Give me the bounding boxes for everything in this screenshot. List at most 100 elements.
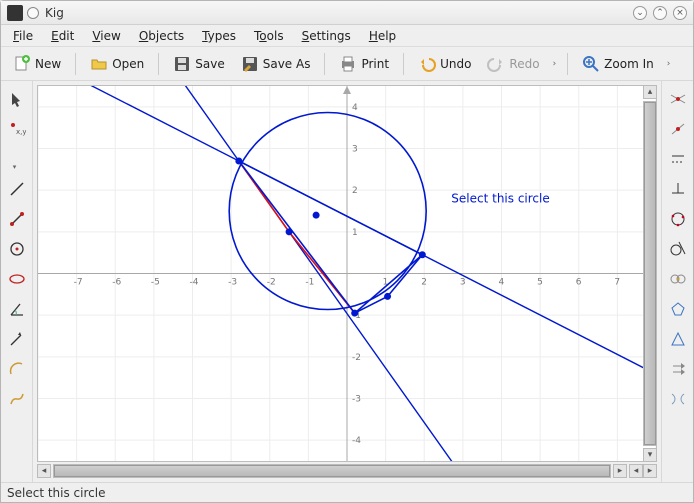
drawing-canvas[interactable]: -7-6-5-4-3-2-11234567-4-3-2-11234Select … [37, 85, 657, 462]
zoomin-button[interactable]: Zoom In [576, 52, 660, 76]
open-label: Open [112, 57, 144, 71]
maximize-button[interactable]: ⌃ [653, 6, 667, 20]
tool-line[interactable] [5, 177, 29, 201]
tool-circle3pts[interactable] [666, 207, 690, 231]
vertical-scrollbar[interactable]: ▴ ▾ [643, 85, 657, 462]
svg-text:-4: -4 [352, 436, 361, 446]
zoomin-icon [582, 55, 600, 73]
svg-text:-6: -6 [112, 278, 121, 288]
scroll-up-arrow[interactable]: ▴ [643, 85, 657, 99]
minimize-button[interactable]: ⌄ [633, 6, 647, 20]
window-menu-icon[interactable] [27, 7, 39, 19]
scroll-right-arrow[interactable]: ▸ [613, 464, 627, 478]
svg-text:5: 5 [537, 278, 543, 288]
tool-arc[interactable] [5, 357, 29, 381]
svg-text:-3: -3 [228, 278, 237, 288]
tool-points-chevron[interactable]: ▾ [5, 147, 29, 171]
undo-label: Undo [440, 57, 471, 71]
toolbar-overflow-chevron[interactable]: › [550, 59, 560, 69]
svg-text:3: 3 [460, 278, 466, 288]
tool-conic[interactable] [5, 267, 29, 291]
plot-svg: -7-6-5-4-3-2-11234567-4-3-2-11234Select … [38, 86, 656, 461]
hscroll-track[interactable] [53, 464, 611, 478]
scroll-down-arrow[interactable]: ▾ [643, 448, 657, 462]
tool-parallel[interactable] [666, 147, 690, 171]
redo-label: Redo [509, 57, 539, 71]
menubar: File Edit View Objects Types Tools Setti… [1, 25, 693, 47]
save-label: Save [195, 57, 224, 71]
menu-tools[interactable]: Tools [246, 27, 292, 45]
saveas-button[interactable]: Save As [235, 52, 317, 76]
redo-button[interactable]: Redo [481, 52, 545, 76]
tool-pointer[interactable] [5, 87, 29, 111]
tool-script[interactable] [666, 387, 690, 411]
menu-view[interactable]: View [84, 27, 128, 45]
tool-perpendicular[interactable] [666, 177, 690, 201]
scroll-right2-arrow[interactable]: ▸ [643, 464, 657, 478]
main-toolbar: New Open Save Save As Print Undo Redo [1, 47, 693, 81]
svg-text:-5: -5 [151, 278, 160, 288]
svg-text:7: 7 [614, 278, 620, 288]
tool-locus[interactable] [666, 267, 690, 291]
new-icon [13, 55, 31, 73]
open-button[interactable]: Open [84, 52, 150, 76]
zoomin-label: Zoom In [604, 57, 654, 71]
status-text: Select this circle [7, 486, 105, 500]
statusbar: Select this circle [1, 482, 693, 502]
menu-help[interactable]: Help [361, 27, 404, 45]
menu-settings[interactable]: Settings [294, 27, 359, 45]
undo-button[interactable]: Undo [412, 52, 477, 76]
svg-text:-2: -2 [267, 278, 276, 288]
svg-text:1: 1 [352, 228, 358, 238]
new-button[interactable]: New [7, 52, 67, 76]
menu-objects[interactable]: Objects [131, 27, 192, 45]
svg-text:2: 2 [352, 186, 358, 196]
tool-midpoint[interactable] [666, 117, 690, 141]
tool-circle-center[interactable] [5, 237, 29, 261]
tool-segment[interactable] [5, 207, 29, 231]
right-toolbox [661, 81, 693, 482]
menu-edit[interactable]: Edit [43, 27, 82, 45]
svg-text:Select this circle: Select this circle [451, 192, 549, 206]
scroll-left-arrow[interactable]: ◂ [37, 464, 51, 478]
tool-bezier[interactable] [5, 387, 29, 411]
saveas-icon [241, 55, 259, 73]
vscroll-track[interactable] [643, 101, 657, 446]
tool-angle[interactable] [5, 297, 29, 321]
window-title: Kig [45, 6, 64, 20]
vscroll-thumb[interactable] [644, 102, 656, 445]
saveas-label: Save As [263, 57, 311, 71]
save-button[interactable]: Save [167, 52, 230, 76]
print-button[interactable]: Print [333, 52, 395, 76]
tool-point-coords[interactable]: x,y [5, 117, 29, 141]
tool-triangle[interactable] [666, 327, 690, 351]
tool-intersection[interactable] [666, 87, 690, 111]
redo-icon [487, 55, 505, 73]
hscroll-thumb[interactable] [54, 465, 610, 477]
tool-transform[interactable] [666, 357, 690, 381]
tool-vector[interactable] [5, 327, 29, 351]
close-button[interactable]: × [673, 6, 687, 20]
app-icon [7, 5, 23, 21]
horizontal-scrollbar[interactable]: ◂ ▸ ◂ ▸ [37, 464, 657, 478]
undo-icon [418, 55, 436, 73]
svg-text:-7: -7 [74, 278, 83, 288]
tool-polygon[interactable] [666, 297, 690, 321]
left-toolbox: x,y ▾ [1, 81, 33, 482]
menu-types[interactable]: Types [194, 27, 244, 45]
content-area: x,y ▾ -7-6-5-4-3-2-11234567-4-3-2-11234S… [1, 81, 693, 482]
svg-text:-3: -3 [352, 395, 361, 405]
menu-file[interactable]: File [5, 27, 41, 45]
titlebar: Kig ⌄ ⌃ × [1, 1, 693, 25]
svg-text:-2: -2 [352, 353, 361, 363]
svg-text:4: 4 [352, 103, 358, 113]
print-label: Print [361, 57, 389, 71]
svg-text:x,y: x,y [16, 128, 26, 136]
tool-tangent[interactable] [666, 237, 690, 261]
new-label: New [35, 57, 61, 71]
toolbar-end-chevron[interactable]: › [664, 59, 674, 69]
open-icon [90, 55, 108, 73]
svg-text:2: 2 [421, 278, 427, 288]
print-icon [339, 55, 357, 73]
scroll-left2-arrow[interactable]: ◂ [629, 464, 643, 478]
